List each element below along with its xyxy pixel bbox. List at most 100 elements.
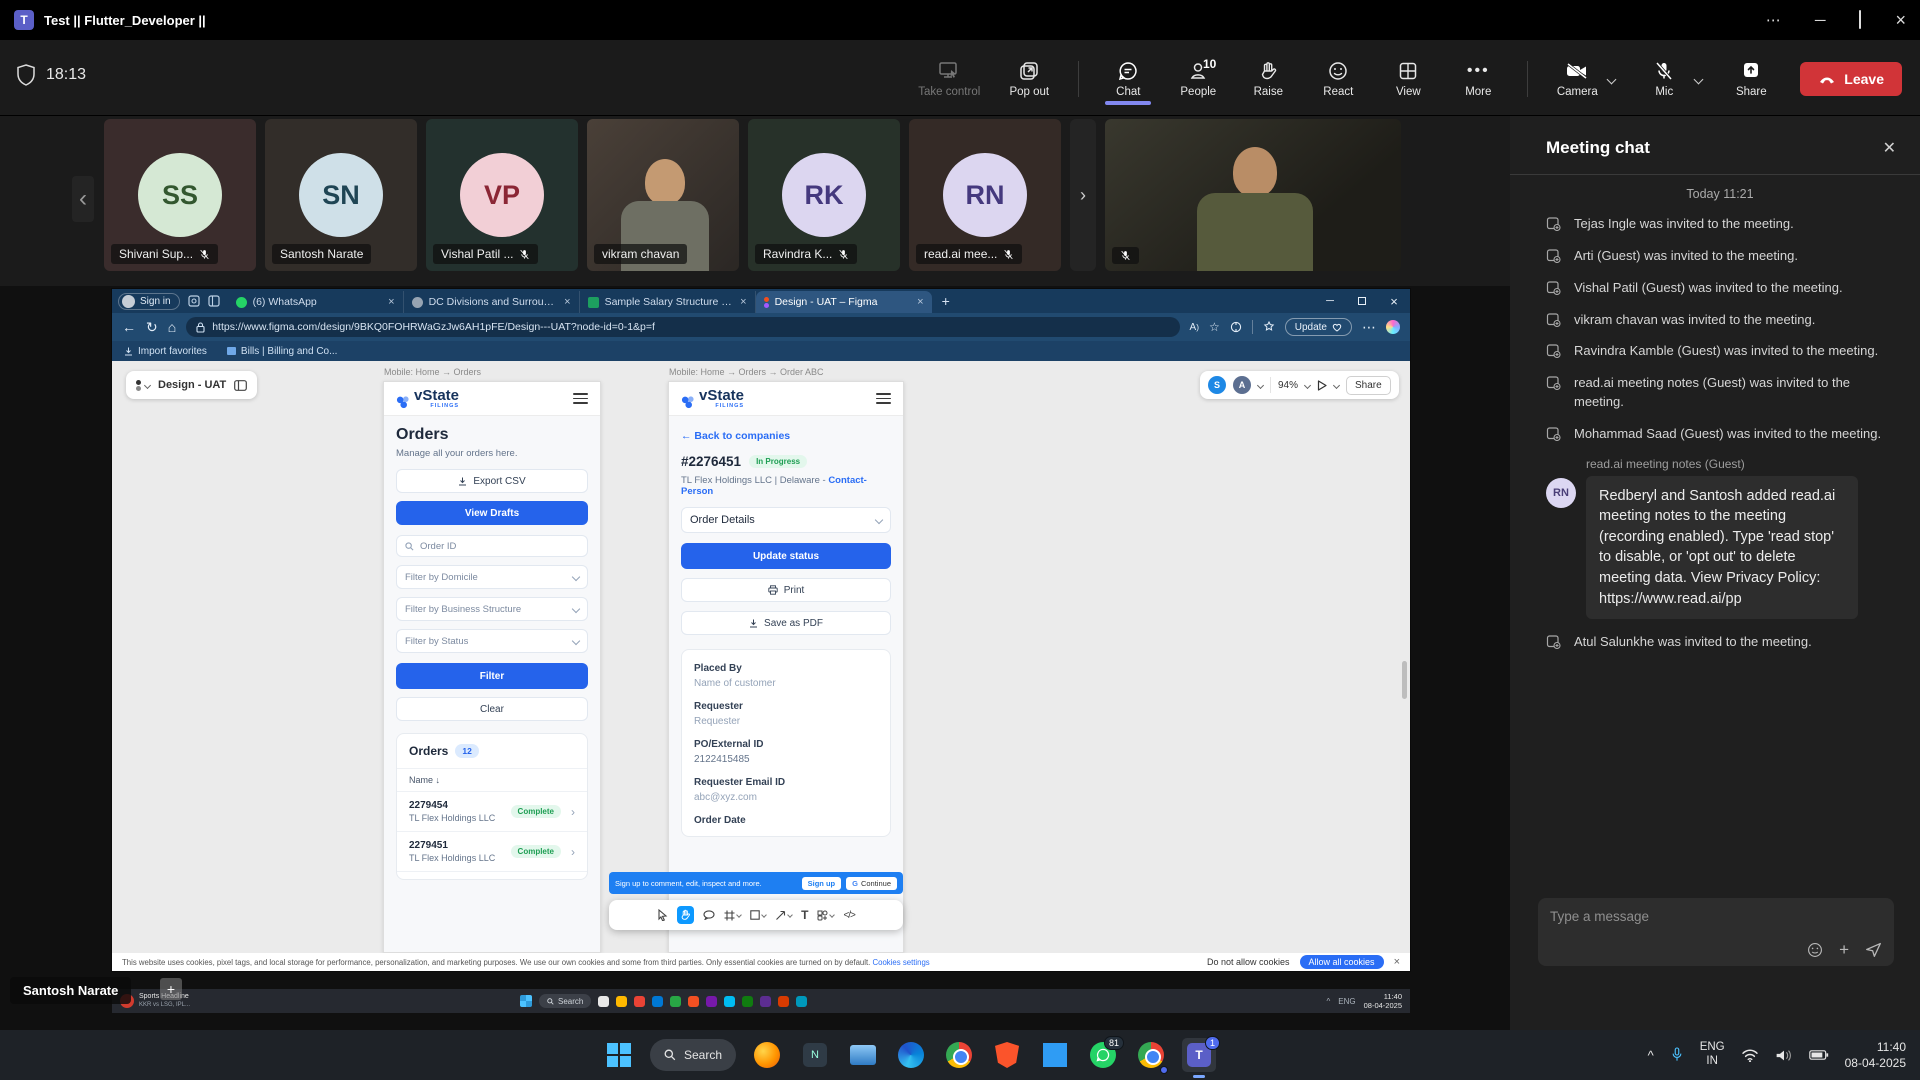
copilot-icon[interactable]: [1386, 320, 1400, 334]
spotlight-tile-video[interactable]: [1105, 119, 1401, 271]
browser-minimize-button[interactable]: ─: [1314, 289, 1346, 313]
react-button[interactable]: React: [1317, 61, 1359, 98]
participant-tile-video[interactable]: vikram chavan: [587, 119, 739, 271]
volume-icon[interactable]: [1775, 1048, 1793, 1063]
app-icon[interactable]: [796, 996, 807, 1007]
order-row[interactable]: 2279451 TL Flex Holdings LLC Complete ›: [397, 831, 587, 871]
tab-close-icon[interactable]: ×: [917, 296, 923, 308]
workspaces-icon[interactable]: [188, 295, 200, 307]
refresh-button[interactable]: ↻: [146, 319, 158, 336]
play-options-chevron[interactable]: [1333, 381, 1340, 388]
filter-domicile-select[interactable]: Filter by Domicile: [396, 565, 588, 589]
shape-tool[interactable]: [750, 910, 766, 920]
address-bar[interactable]: https://www.figma.com/design/9BKQ0FOHRWa…: [186, 317, 1179, 337]
browser-profile-button[interactable]: Sign in: [118, 293, 180, 310]
orders-frame[interactable]: vState FILINGS Orders Manage all your or…: [383, 381, 601, 953]
chat-close-icon[interactable]: ✕: [1883, 138, 1896, 158]
app-icon[interactable]: [616, 996, 627, 1007]
cookie-close-icon[interactable]: ×: [1394, 956, 1400, 968]
back-button[interactable]: ←: [122, 319, 136, 335]
app-icon[interactable]: [724, 996, 735, 1007]
view-button[interactable]: View: [1387, 61, 1429, 98]
brave-icon[interactable]: [990, 1038, 1024, 1072]
tab-close-icon[interactable]: ×: [740, 296, 746, 308]
taskbar-clock[interactable]: 11:40 08-04-2025: [1845, 1039, 1906, 1071]
home-button[interactable]: ⌂: [168, 319, 176, 335]
collaborator-avatar[interactable]: S: [1208, 376, 1226, 394]
wifi-icon[interactable]: [1741, 1048, 1759, 1062]
new-tab-button[interactable]: +: [942, 293, 950, 309]
favorites-folder-item[interactable]: Bills | Billing and Co...: [227, 346, 338, 357]
allow-cookies-button[interactable]: Allow all cookies: [1300, 955, 1384, 969]
figma-menu-button[interactable]: [136, 380, 150, 391]
app-icon[interactable]: [688, 996, 699, 1007]
attach-plus-icon[interactable]: +: [1839, 941, 1849, 958]
tab-close-icon[interactable]: ×: [388, 296, 394, 308]
update-status-button[interactable]: Update status: [681, 543, 891, 569]
view-drafts-button[interactable]: View Drafts: [396, 501, 588, 525]
play-icon[interactable]: [1317, 380, 1327, 391]
favorite-star-icon[interactable]: ☆: [1209, 320, 1220, 334]
collaborator-avatar[interactable]: A: [1233, 376, 1251, 394]
camera-options-chevron[interactable]: [1607, 74, 1617, 84]
browser-tab[interactable]: Sample Salary Structure with calc ×: [580, 291, 756, 313]
send-icon[interactable]: [1865, 941, 1882, 958]
hamburger-menu-icon[interactable]: [573, 393, 588, 404]
order-id-search-input[interactable]: Order ID: [396, 535, 588, 557]
mini-tray-chevron[interactable]: ^: [1327, 997, 1331, 1006]
firefox-icon[interactable]: [750, 1038, 784, 1072]
edge-icon[interactable]: [894, 1038, 928, 1072]
move-tool[interactable]: [657, 909, 668, 921]
window-more-icon[interactable]: ⋯: [1766, 11, 1781, 29]
participant-tile[interactable]: SN Santosh Narate: [265, 119, 417, 271]
read-aloud-icon[interactable]: A): [1190, 322, 1199, 333]
browser-tab[interactable]: (6) WhatsApp ×: [228, 291, 404, 313]
start-button[interactable]: [602, 1038, 636, 1072]
column-header-name[interactable]: Name ↓: [397, 768, 587, 791]
vertical-tabs-icon[interactable]: [208, 295, 220, 307]
participant-tile[interactable]: VP Vishal Patil ...: [426, 119, 578, 271]
comment-tool[interactable]: [703, 910, 715, 920]
dev-mode-tool[interactable]: </>: [843, 910, 854, 921]
app-icon[interactable]: [760, 996, 771, 1007]
window-minimize-button[interactable]: ─: [1815, 12, 1826, 29]
app-icon[interactable]: [652, 996, 663, 1007]
participant-tile[interactable]: RN read.ai mee...: [909, 119, 1061, 271]
window-maximize-button[interactable]: [1859, 11, 1861, 29]
chrome-beta-icon[interactable]: [1134, 1038, 1168, 1072]
mic-options-chevron[interactable]: [1694, 74, 1704, 84]
tab-close-icon[interactable]: ×: [564, 296, 570, 308]
window-close-button[interactable]: ×: [1895, 10, 1906, 31]
camera-button[interactable]: Camera: [1556, 61, 1598, 98]
mini-start-button[interactable]: [520, 995, 532, 1007]
tray-mic-icon[interactable]: [1670, 1046, 1684, 1064]
participant-tile[interactable]: RK Ravindra K...: [748, 119, 900, 271]
filter-button[interactable]: Filter: [396, 663, 588, 689]
back-to-companies-link[interactable]: ← Back to companies: [681, 430, 891, 442]
cookie-settings-link[interactable]: Cookies settings: [873, 958, 930, 967]
people-button[interactable]: 10 People: [1177, 61, 1219, 98]
import-favorites-item[interactable]: Import favorites: [124, 346, 207, 357]
app-icon[interactable]: [634, 996, 645, 1007]
emoji-icon[interactable]: [1807, 942, 1823, 958]
zoom-level[interactable]: 94%: [1278, 380, 1298, 391]
signup-button[interactable]: Sign up: [802, 877, 842, 890]
save-as-pdf-button[interactable]: Save as PDF: [681, 611, 891, 635]
chat-button[interactable]: Chat: [1107, 61, 1149, 98]
app-icon[interactable]: [706, 996, 717, 1007]
app-icon[interactable]: [742, 996, 753, 1007]
deny-cookies-link[interactable]: Do not allow cookies: [1207, 957, 1290, 967]
browser-close-button[interactable]: ×: [1378, 289, 1410, 313]
app-icon[interactable]: [598, 996, 609, 1007]
canvas-scrollbar[interactable]: [1402, 661, 1407, 699]
news-widget[interactable]: Sports Headline KKR vs LSG, IPL...: [120, 993, 300, 1009]
text-tool[interactable]: T: [801, 908, 808, 922]
print-button[interactable]: Print: [681, 578, 891, 602]
strip-next-button[interactable]: ›: [1070, 119, 1096, 271]
battery-icon[interactable]: [1809, 1049, 1829, 1061]
extensions-icon[interactable]: [1230, 321, 1242, 333]
filter-business-structure-select[interactable]: Filter by Business Structure: [396, 597, 588, 621]
dark-app-icon[interactable]: N: [798, 1038, 832, 1072]
chat-input[interactable]: [1550, 909, 1882, 924]
strip-prev-button[interactable]: ‹: [72, 176, 94, 222]
